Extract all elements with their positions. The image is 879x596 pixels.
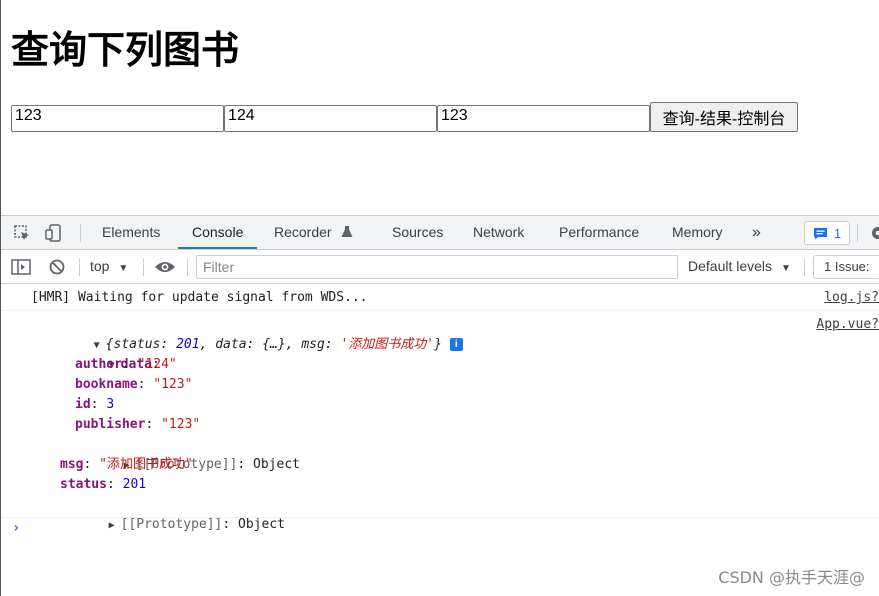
tab-network[interactable]: Network <box>473 216 524 249</box>
console-output: [HMR] Waiting for update signal from WDS… <box>1 284 879 596</box>
prop-key: publisher <box>75 417 146 432</box>
prototype-label: [[Prototype]] <box>120 517 223 532</box>
hmr-message-text: [HMR] Waiting for update signal from WDS… <box>31 290 368 305</box>
prop-row-author: author: "124" <box>75 357 177 372</box>
devtools-panel: Elements Console Recorder Sources Networ… <box>1 215 879 596</box>
prototype-value: Object <box>238 517 285 532</box>
settings-gear-icon[interactable] <box>869 224 879 242</box>
object-summary-row[interactable]: ▼ {status: 201, data: {…}, msg: '添加图书成功'}… <box>31 315 463 352</box>
prototype-row[interactable]: ▶ [[Prototype]]: Object <box>61 435 300 472</box>
filterbar-divider <box>187 258 188 276</box>
tab-elements[interactable]: Elements <box>102 216 160 249</box>
context-select-value: top <box>90 258 110 274</box>
issues-count-button[interactable]: 1 Issue: <box>813 255 879 279</box>
device-toolbar-icon[interactable] <box>45 224 63 242</box>
prop-value: 201 <box>122 477 147 492</box>
prop-key: bookname <box>75 377 138 392</box>
toolbar-divider <box>857 224 858 242</box>
prototype-row[interactable]: ▶ [[Prototype]]: Object <box>46 495 285 532</box>
prop-row-msg: msg: "添加图书成功" <box>60 457 193 472</box>
chevron-down-icon: ▼ <box>780 263 791 274</box>
flask-icon <box>341 226 353 237</box>
filterbar-divider <box>804 258 805 276</box>
filterbar-divider <box>79 258 80 276</box>
sidebar-toggle-icon[interactable] <box>11 259 31 275</box>
prop-value: "添加图书成功" <box>99 457 193 472</box>
info-icon[interactable]: i <box>449 338 463 351</box>
query-input-3[interactable]: 123 <box>437 105 650 132</box>
summary-msg-key: msg <box>301 337 325 352</box>
summary-data-key: data <box>215 337 247 352</box>
inspect-element-icon[interactable] <box>13 224 31 242</box>
devtools-tabbar: Elements Console Recorder Sources Networ… <box>1 216 879 250</box>
page-title: 查询下列图书 <box>11 28 240 72</box>
console-filterbar: top ▼ Filter Default levels ▼ 1 Issue: <box>1 250 879 284</box>
filterbar-divider <box>143 258 144 276</box>
watermark: CSDN @执手天涯@ <box>718 568 865 587</box>
tab-memory[interactable]: Memory <box>672 216 723 249</box>
data-property-row[interactable]: ▼ data: <box>46 335 160 372</box>
message-icon <box>813 227 827 239</box>
console-message-object: ▼ {status: 201, data: {…}, msg: '添加图书成功'}… <box>1 311 879 532</box>
hmr-source-link[interactable]: log.js? <box>824 288 879 308</box>
prop-value: 3 <box>106 397 115 412</box>
issues-badge[interactable]: 1 <box>804 221 850 245</box>
tab-recorder-label: Recorder <box>274 224 332 240</box>
prop-key: status <box>60 477 107 492</box>
chevron-down-icon: ▼ <box>118 263 129 274</box>
tab-console[interactable]: Console <box>178 216 258 249</box>
prop-key: msg <box>60 457 84 472</box>
query-input-2[interactable]: 124 <box>224 105 437 132</box>
summary-data-value: {…} <box>262 337 286 352</box>
issues-badge-count: 1 <box>833 225 842 241</box>
toolbar-divider <box>80 224 81 242</box>
console-message-hmr: [HMR] Waiting for update signal from WDS… <box>1 284 879 311</box>
collapsed-triangle-icon[interactable]: ▶ <box>109 516 121 536</box>
prop-value: "123" <box>161 417 201 432</box>
context-select[interactable]: top ▼ <box>90 258 128 274</box>
prop-row-id: id: 3 <box>75 397 115 412</box>
prop-value: "124" <box>137 357 177 372</box>
prop-key: id <box>75 397 91 412</box>
object-source-link[interactable]: App.vue? <box>816 315 879 335</box>
query-input-1[interactable]: 123 <box>11 105 224 132</box>
summary-msg-value: '添加图书成功' <box>340 337 435 352</box>
prototype-value: Object <box>253 457 300 472</box>
live-expression-eye-icon[interactable] <box>154 260 176 274</box>
more-tabs-chevron-icon[interactable]: » <box>752 216 761 249</box>
tab-recorder[interactable]: Recorder <box>274 216 353 249</box>
log-levels-select[interactable]: Default levels ▼ <box>688 258 791 274</box>
clear-console-icon[interactable] <box>49 259 65 275</box>
query-button[interactable]: 查询-结果-控制台 <box>650 102 798 132</box>
console-filter-input[interactable]: Filter <box>196 255 678 279</box>
prop-row-bookname: bookname: "123" <box>75 377 193 392</box>
console-prompt-chevron-icon[interactable]: › <box>12 520 20 536</box>
prop-row-status: status: 201 <box>60 477 147 492</box>
tab-performance[interactable]: Performance <box>559 216 639 249</box>
tab-sources[interactable]: Sources <box>392 216 443 249</box>
summary-status-value: 201 <box>176 337 200 352</box>
prop-value: "123" <box>153 377 193 392</box>
prop-row-publisher: publisher: "123" <box>75 417 201 432</box>
log-levels-value: Default levels <box>688 258 773 274</box>
prop-key: author <box>75 357 122 372</box>
